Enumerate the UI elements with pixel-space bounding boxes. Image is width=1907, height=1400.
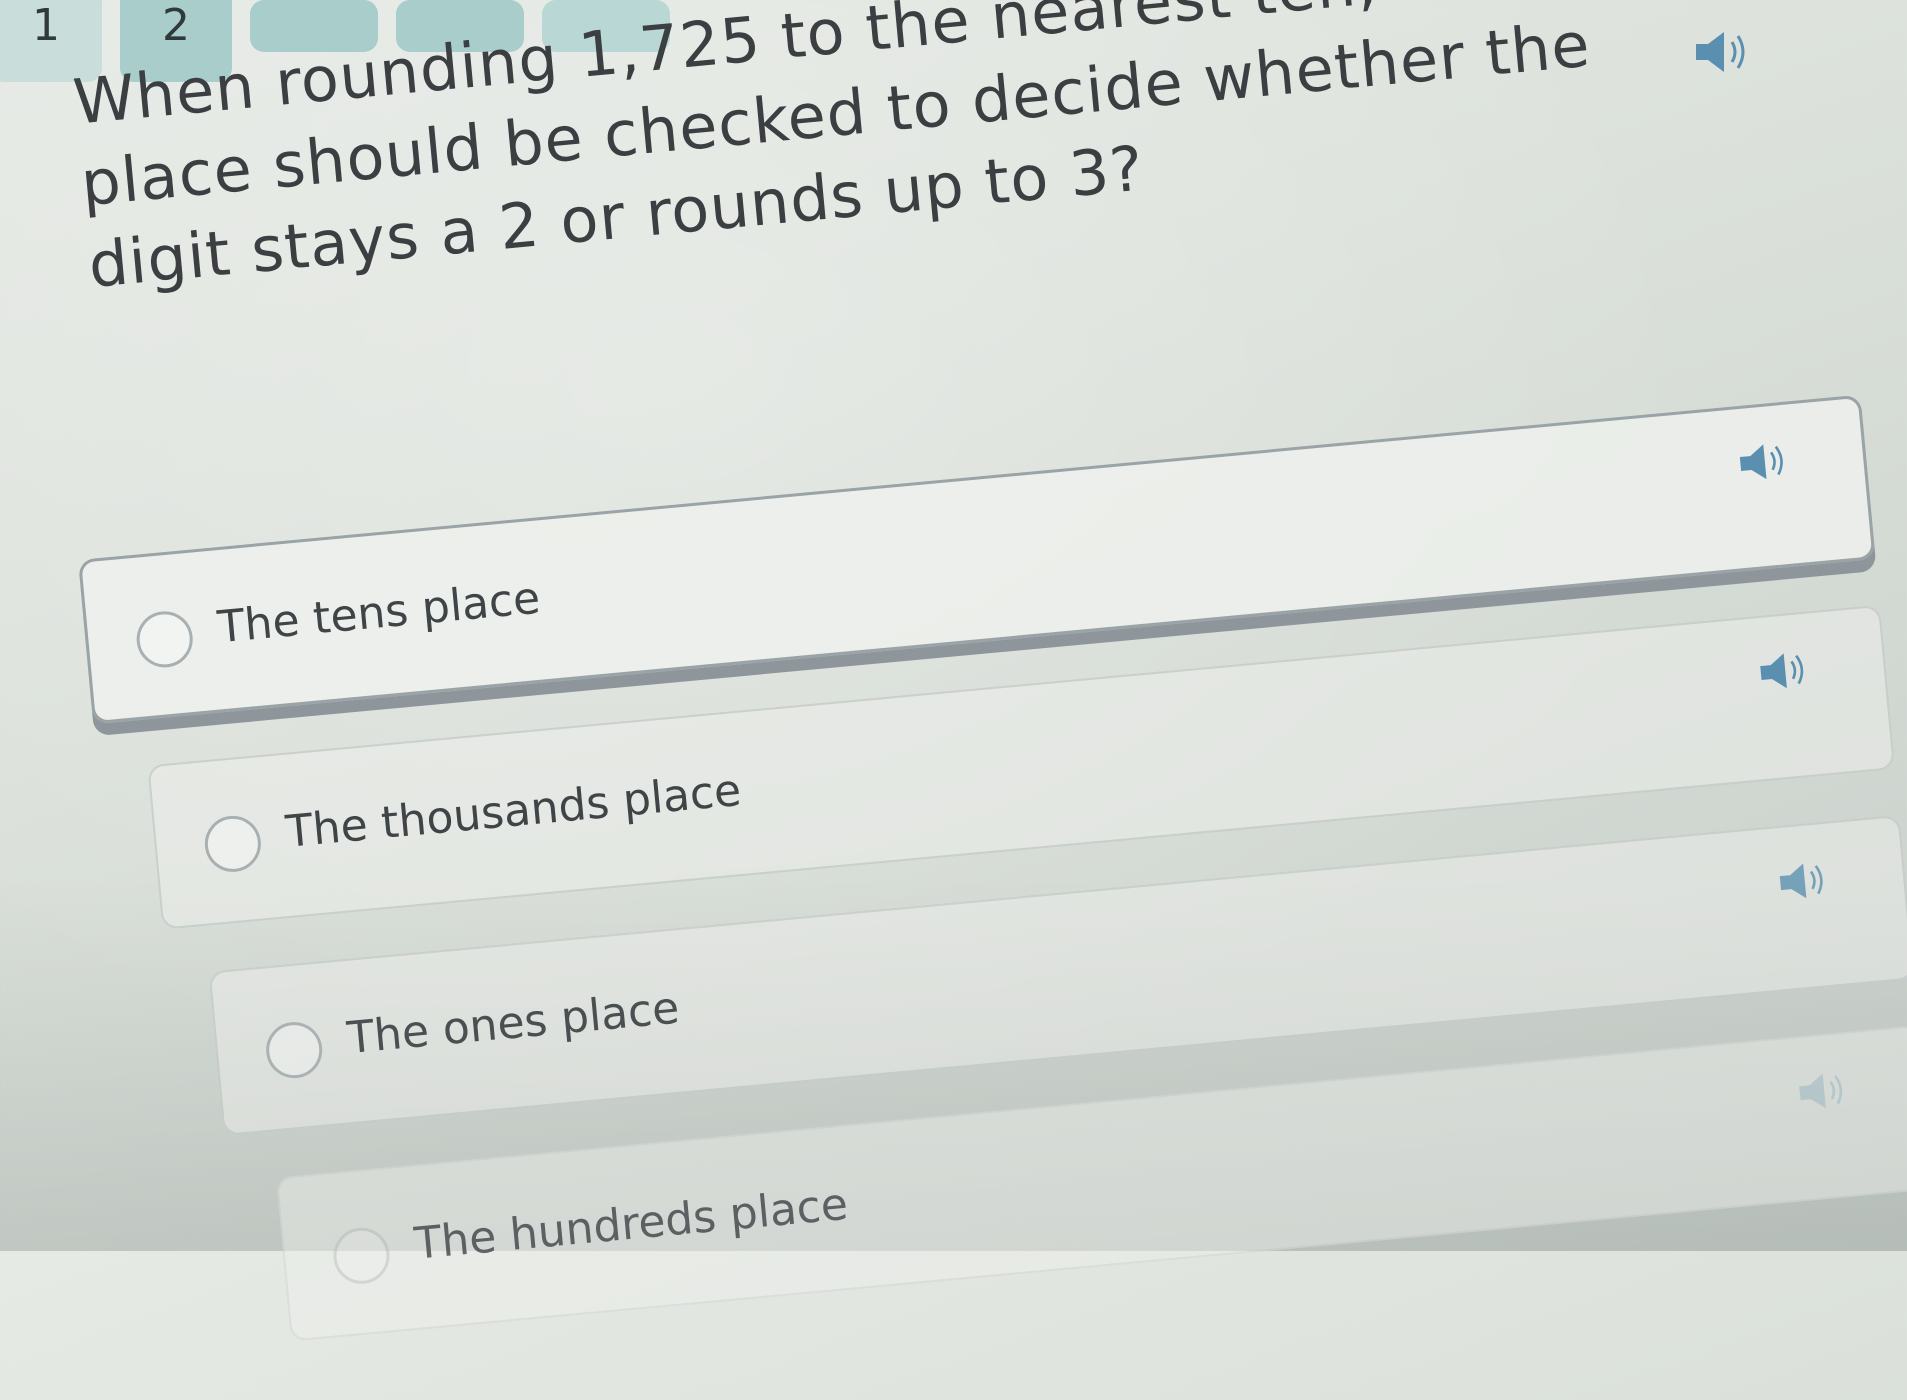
option-label: The hundreds place	[412, 1178, 850, 1270]
answer-options: The tens place The thousands place The o…	[78, 394, 1907, 1400]
speaker-icon	[1760, 653, 1804, 689]
option-speaker-icon[interactable]	[1773, 858, 1833, 905]
option-label: The thousands place	[283, 764, 744, 858]
question-speaker-icon[interactable]	[1690, 28, 1754, 76]
option-label: The tens place	[215, 572, 543, 654]
question-text: When rounding 1,725 to the nearest ten, …	[70, 0, 1594, 302]
speaker-icon	[1779, 863, 1823, 899]
option-label: The ones place	[345, 982, 682, 1065]
speaker-icon	[1739, 444, 1783, 480]
option-speaker-icon[interactable]	[1754, 647, 1814, 694]
speaker-icon	[1696, 32, 1745, 72]
radio-button[interactable]	[134, 608, 196, 670]
radio-button[interactable]	[331, 1225, 392, 1287]
speaker-icon	[1799, 1073, 1843, 1109]
radio-button[interactable]	[263, 1019, 325, 1081]
option-speaker-icon[interactable]	[1733, 438, 1793, 485]
radio-button[interactable]	[202, 813, 264, 875]
option-speaker-icon[interactable]	[1793, 1068, 1853, 1115]
